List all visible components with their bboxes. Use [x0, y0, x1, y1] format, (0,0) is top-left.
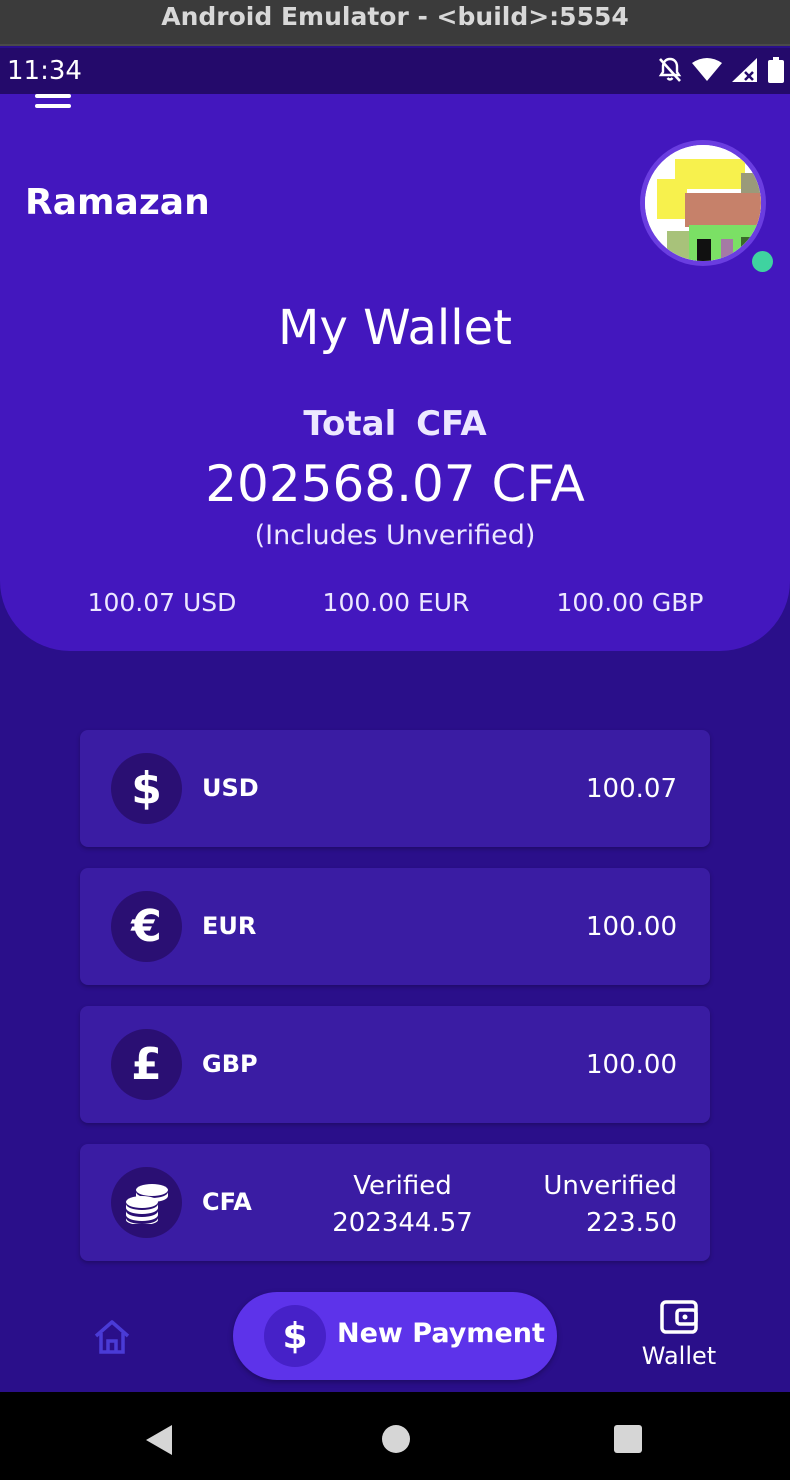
signal-icon [732, 58, 757, 82]
dollar-icon: $ [111, 753, 182, 824]
cfa-unverified: Unverified 223.50 [543, 1168, 677, 1242]
home-circle-icon[interactable] [381, 1424, 411, 1454]
menu-icon[interactable] [35, 94, 71, 110]
unverified-amount: 223.50 [586, 1208, 677, 1238]
currency-amount: 100.07 [586, 774, 677, 804]
android-nav-bar [0, 1392, 790, 1480]
online-status-dot [752, 251, 773, 272]
sub-balance-gbp: 100.00 GBP [556, 588, 704, 617]
emulator-title-bar: Android Emulator - <build>:5554 [0, 0, 790, 46]
currency-card-eur[interactable]: € EUR 100.00 [80, 868, 710, 985]
wifi-icon [692, 58, 722, 81]
home-icon[interactable] [92, 1318, 132, 1356]
back-icon[interactable] [144, 1423, 174, 1457]
total-note: (Includes Unverified) [254, 520, 536, 551]
currency-amount: 100.00 [586, 912, 677, 942]
currency-code: CFA [202, 1188, 252, 1216]
wallet-icon [660, 1300, 698, 1334]
user-name: Ramazan [25, 182, 210, 223]
sub-balance-eur: 100.00 EUR [322, 588, 470, 617]
total-balance: 202568.07 CFA [205, 455, 585, 513]
new-payment-button[interactable]: $ New Payment [233, 1292, 557, 1380]
wallet-tab-label: Wallet [641, 1342, 717, 1370]
total-label: Total CFA [303, 404, 487, 444]
nav-wallet-tab[interactable]: Wallet [636, 1298, 722, 1378]
currency-code: EUR [202, 912, 257, 940]
currency-amount: 100.00 [586, 1050, 677, 1080]
currency-card-usd[interactable]: $ USD 100.07 [80, 730, 710, 847]
recents-icon[interactable] [613, 1424, 643, 1454]
avatar[interactable] [640, 140, 766, 266]
status-time: 11:34 [7, 56, 82, 86]
verified-label: Verified [353, 1171, 452, 1201]
dollar-icon: $ [264, 1305, 326, 1367]
currency-card-cfa[interactable]: CFA Verified 202344.57 Unverified 223.50 [80, 1144, 710, 1261]
new-payment-label: New Payment [337, 1318, 545, 1349]
bell-off-icon [658, 57, 682, 82]
sub-balance-usd: 100.07 USD [87, 588, 237, 617]
currency-code: USD [202, 774, 259, 802]
euro-icon: € [111, 891, 182, 962]
cfa-verified: Verified 202344.57 [330, 1168, 475, 1242]
page-title: My Wallet [278, 300, 512, 356]
pound-icon: £ [111, 1029, 182, 1100]
status-icons [658, 56, 784, 84]
unverified-label: Unverified [543, 1171, 677, 1201]
currency-card-gbp[interactable]: £ GBP 100.00 [80, 1006, 710, 1123]
verified-amount: 202344.57 [332, 1208, 473, 1238]
currency-code: GBP [202, 1050, 258, 1078]
battery-icon [768, 57, 784, 83]
status-bar: 11:34 [0, 48, 790, 94]
coins-icon [111, 1167, 182, 1238]
